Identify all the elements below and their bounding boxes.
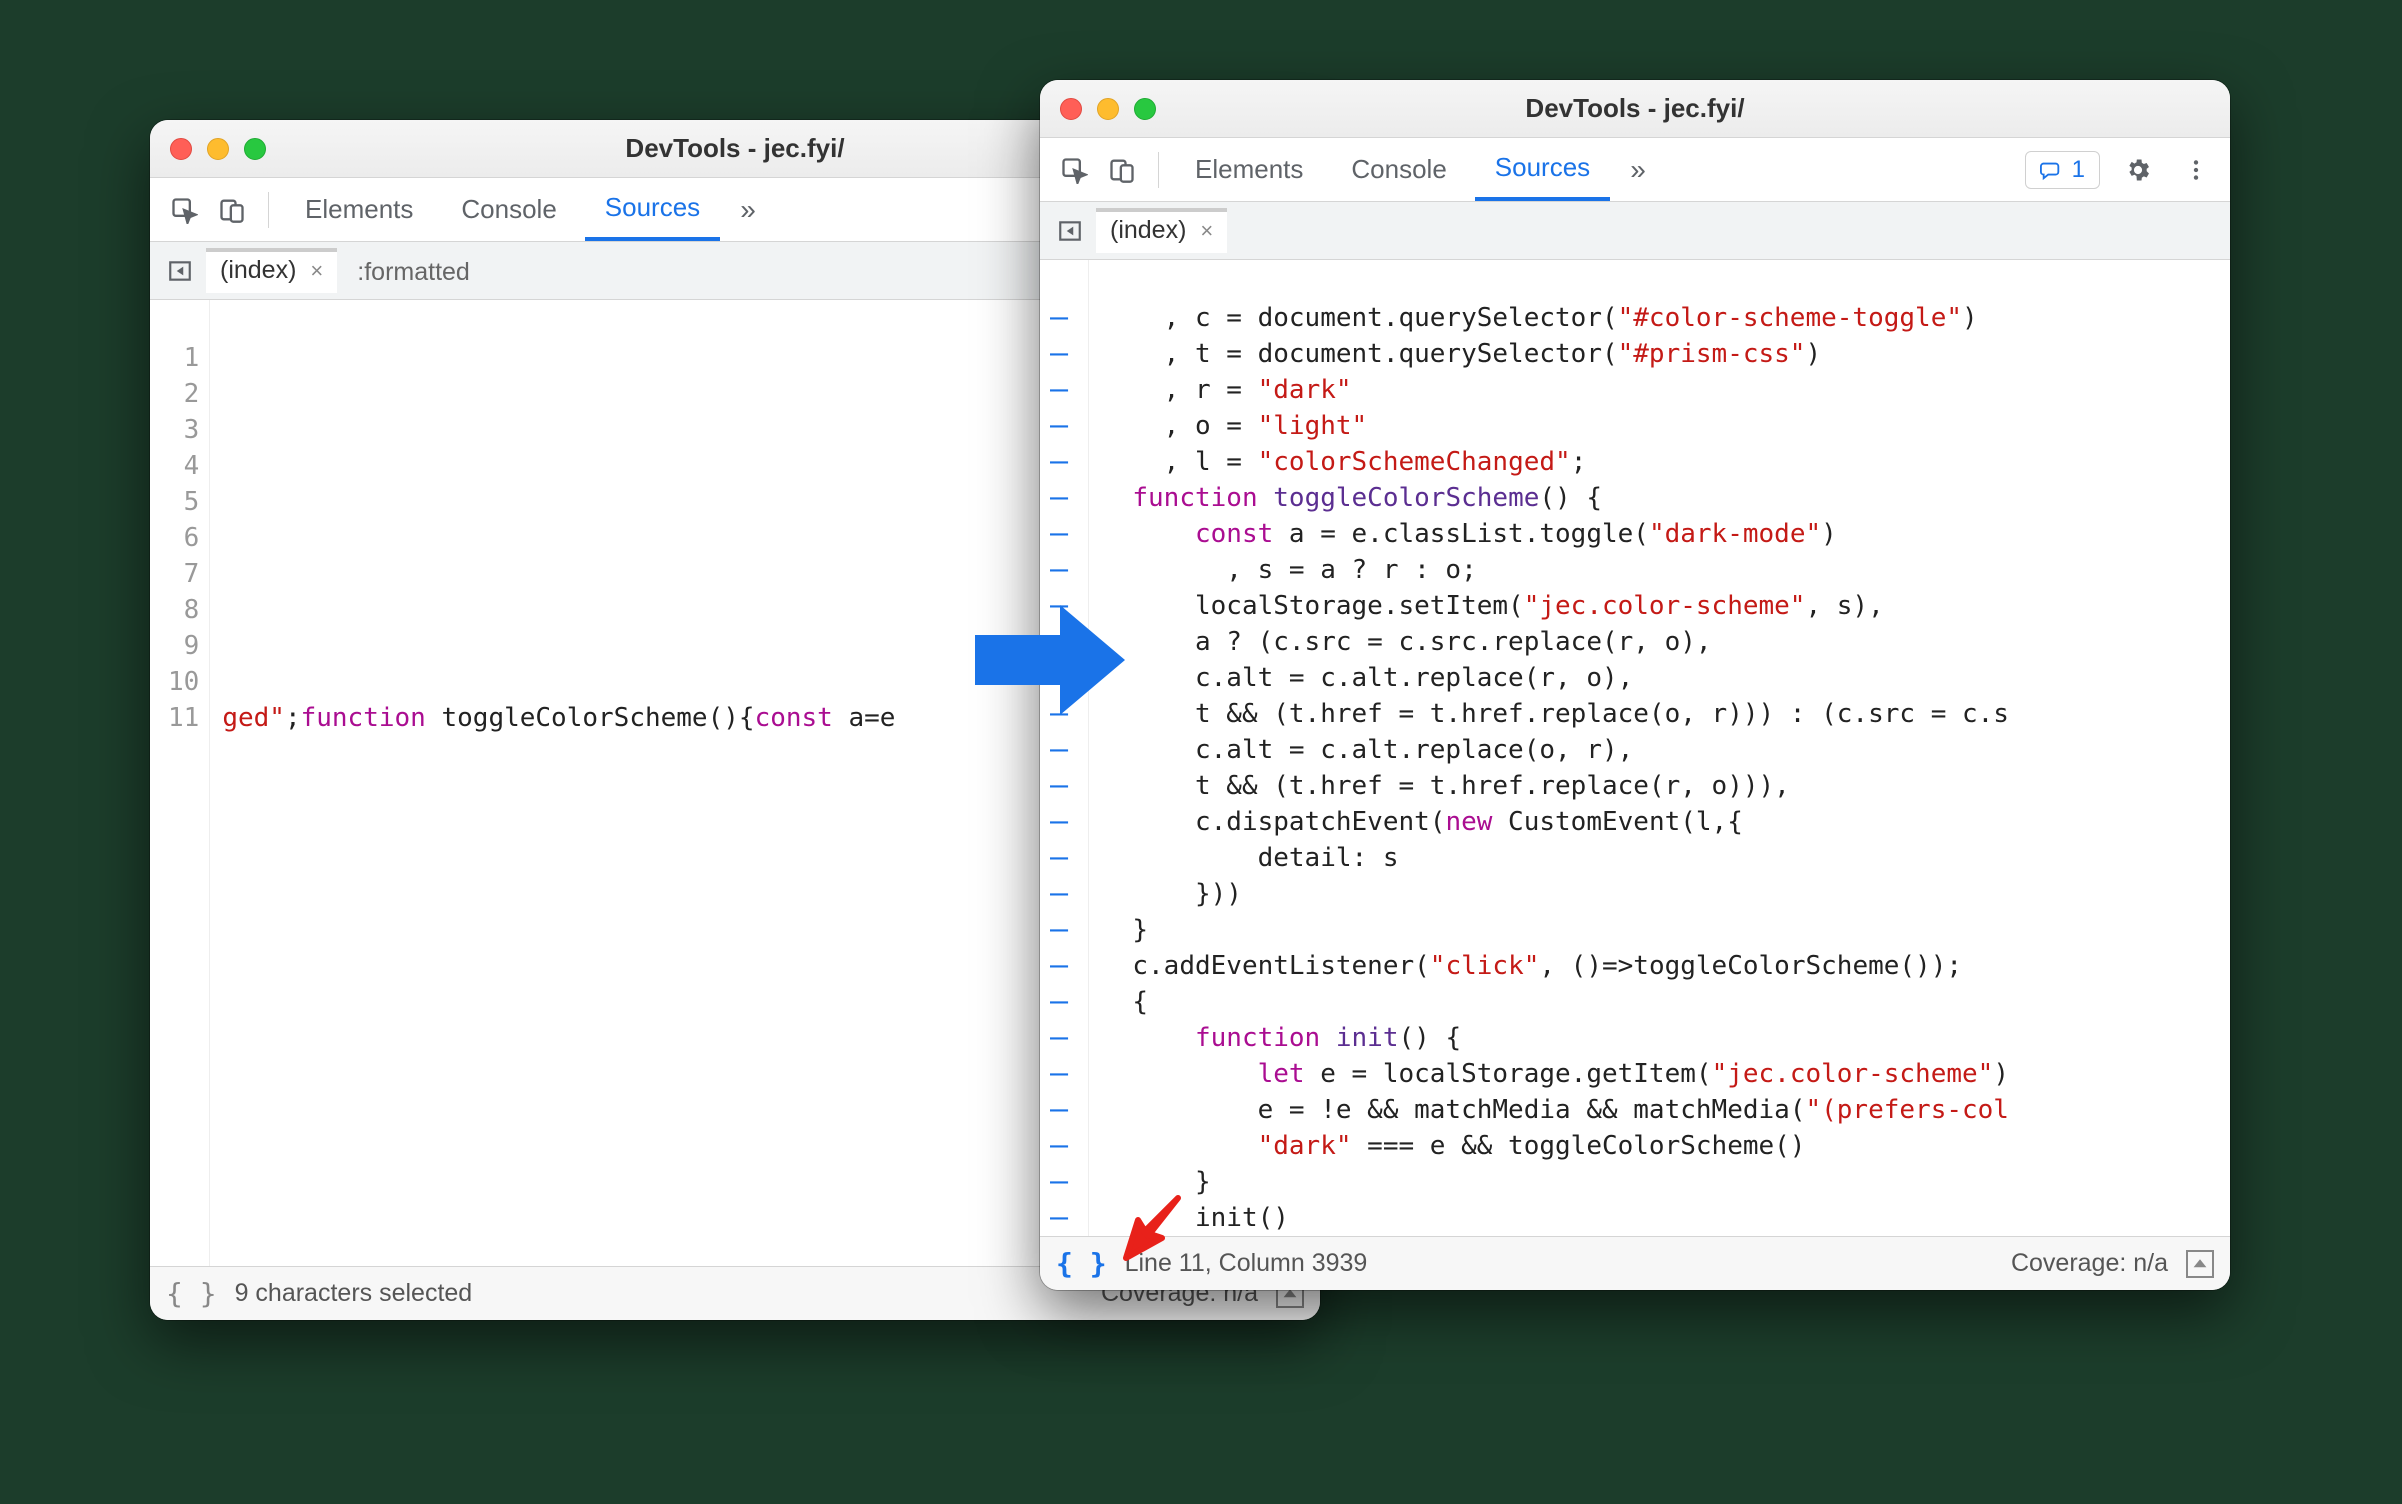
traffic-lights — [1060, 98, 1156, 120]
window-title: DevTools - jec.fyi/ — [1040, 93, 2230, 124]
tab-console[interactable]: Console — [441, 178, 576, 241]
kebab-menu-icon[interactable] — [2176, 150, 2216, 190]
tab-bar: Elements Console Sources » 1 — [1040, 138, 2230, 202]
tab-elements[interactable]: Elements — [285, 178, 433, 241]
pretty-print-icon[interactable]: { } — [166, 1277, 217, 1310]
traffic-lights — [170, 138, 266, 160]
settings-icon[interactable] — [2118, 150, 2158, 190]
file-tab-index[interactable]: (index) × — [1096, 208, 1227, 254]
inspect-icon[interactable] — [164, 190, 204, 230]
navigator-toggle-icon[interactable] — [1050, 211, 1090, 251]
tab-console[interactable]: Console — [1331, 138, 1466, 201]
code-content: , c = document.querySelector("#color-sch… — [1089, 260, 2230, 1236]
status-text: 9 characters selected — [235, 1279, 473, 1308]
inspect-icon[interactable] — [1054, 150, 1094, 190]
navigator-toggle-icon[interactable] — [160, 251, 200, 291]
close-icon[interactable]: × — [310, 258, 323, 284]
file-tab-index[interactable]: (index) × — [206, 248, 337, 294]
close-window-button[interactable] — [1060, 98, 1082, 120]
zoom-window-button[interactable] — [1134, 98, 1156, 120]
line-gutter: 1 2 3 4 5 6 7 8 9 10 11 — [150, 300, 210, 1266]
file-tab-label: (index) — [220, 256, 296, 285]
drawer-toggle-icon[interactable] — [2186, 1250, 2214, 1278]
close-icon[interactable]: × — [1200, 218, 1213, 244]
tab-sources[interactable]: Sources — [1475, 138, 1610, 201]
status-bar: { } Line 11, Column 3939 Coverage: n/a — [1040, 1236, 2230, 1290]
tab-sources[interactable]: Sources — [585, 178, 720, 241]
device-toggle-icon[interactable] — [212, 190, 252, 230]
issues-icon — [2040, 159, 2062, 181]
code-editor[interactable]: – – – – – – – – – – – – – – – – – – – – … — [1040, 260, 2230, 1236]
titlebar: DevTools - jec.fyi/ — [1040, 80, 2230, 138]
more-tabs-icon[interactable]: » — [1618, 154, 1658, 186]
tab-elements[interactable]: Elements — [1175, 138, 1323, 201]
file-tab-formatted[interactable]: :formatted — [343, 248, 484, 294]
zoom-window-button[interactable] — [244, 138, 266, 160]
minimize-window-button[interactable] — [1097, 98, 1119, 120]
pretty-print-icon[interactable]: { } — [1056, 1247, 1107, 1280]
issues-badge[interactable]: 1 — [2025, 151, 2100, 189]
cursor-position: Line 11, Column 3939 — [1125, 1249, 1368, 1278]
issues-count: 1 — [2072, 156, 2085, 184]
line-gutter: – – – – – – – – – – – – – – – – – – – – … — [1040, 260, 1089, 1236]
minimize-window-button[interactable] — [207, 138, 229, 160]
coverage-text: Coverage: n/a — [2011, 1249, 2168, 1278]
devtools-window-right: DevTools - jec.fyi/ Elements Console Sou… — [1040, 80, 2230, 1290]
close-window-button[interactable] — [170, 138, 192, 160]
device-toggle-icon[interactable] — [1102, 150, 1142, 190]
file-tabs: (index) × — [1040, 202, 2230, 260]
file-tab-label: (index) — [1110, 216, 1186, 245]
file-tab-label: :formatted — [357, 258, 470, 287]
more-tabs-icon[interactable]: » — [728, 194, 768, 226]
